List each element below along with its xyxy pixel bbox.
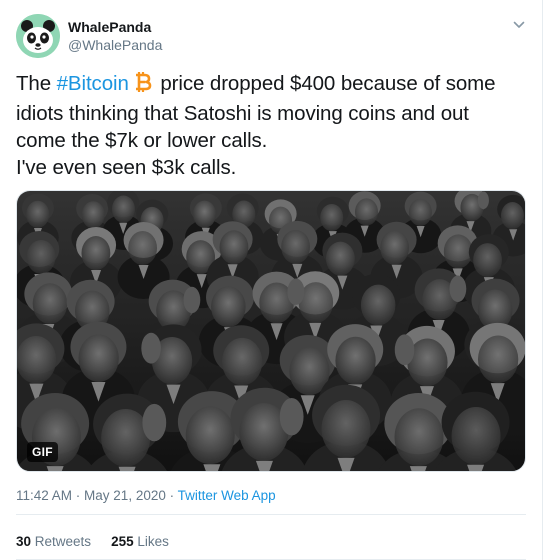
divider — [16, 514, 526, 515]
display-name[interactable]: WhalePanda — [68, 18, 162, 36]
tweet-text-line-3: come the $7k or lower calls. — [16, 129, 268, 152]
panda-avatar-icon — [16, 14, 60, 58]
tweet-text-line-2: idiots thinking that Satoshi is moving c… — [16, 102, 469, 125]
author-block[interactable]: WhalePanda @WhalePanda — [68, 18, 162, 54]
gif-media[interactable]: GIF — [16, 190, 526, 472]
likes-stat[interactable]: 255 Likes — [111, 534, 169, 549]
tweet-time[interactable]: 11:42 AM — [16, 488, 72, 503]
retweets-count: 30 — [16, 534, 32, 549]
tweet-text-prefix: The — [16, 72, 57, 95]
meta-separator: · — [165, 488, 178, 503]
tweet-text: The #Bitcoin price dropped $400 because … — [16, 70, 521, 181]
tweet-text-line-1: The #Bitcoin price dropped $400 because … — [16, 70, 521, 100]
tweet-metadata: 11:42 AM · May 21, 2020 · Twitter Web Ap… — [16, 488, 276, 503]
tweet-stats: 30 Retweets 255 Likes — [16, 534, 169, 549]
crowd-gif-image — [17, 191, 525, 471]
retweets-label: Retweets — [31, 534, 92, 549]
tweet-text-suffix: price dropped $400 because of some — [154, 72, 496, 95]
bitcoin-emoji-icon — [133, 71, 153, 100]
user-handle[interactable]: @WhalePanda — [68, 36, 162, 54]
meta-separator: · — [72, 488, 85, 503]
retweets-stat[interactable]: 30 Retweets — [16, 534, 91, 549]
tweet-card: WhalePanda @WhalePanda The #Bitcoin pric… — [0, 0, 543, 560]
tweet-date[interactable]: May 21, 2020 — [84, 488, 166, 503]
tweet-source-link[interactable]: Twitter Web App — [178, 488, 276, 503]
tweet-text-line-4: I've even seen $3k calls. — [16, 156, 237, 179]
avatar[interactable] — [16, 14, 60, 58]
gif-badge: GIF — [27, 442, 58, 462]
likes-count: 255 — [111, 534, 134, 549]
chevron-down-icon[interactable] — [508, 14, 530, 36]
likes-label: Likes — [133, 534, 169, 549]
hashtag-link[interactable]: #Bitcoin — [57, 72, 129, 95]
